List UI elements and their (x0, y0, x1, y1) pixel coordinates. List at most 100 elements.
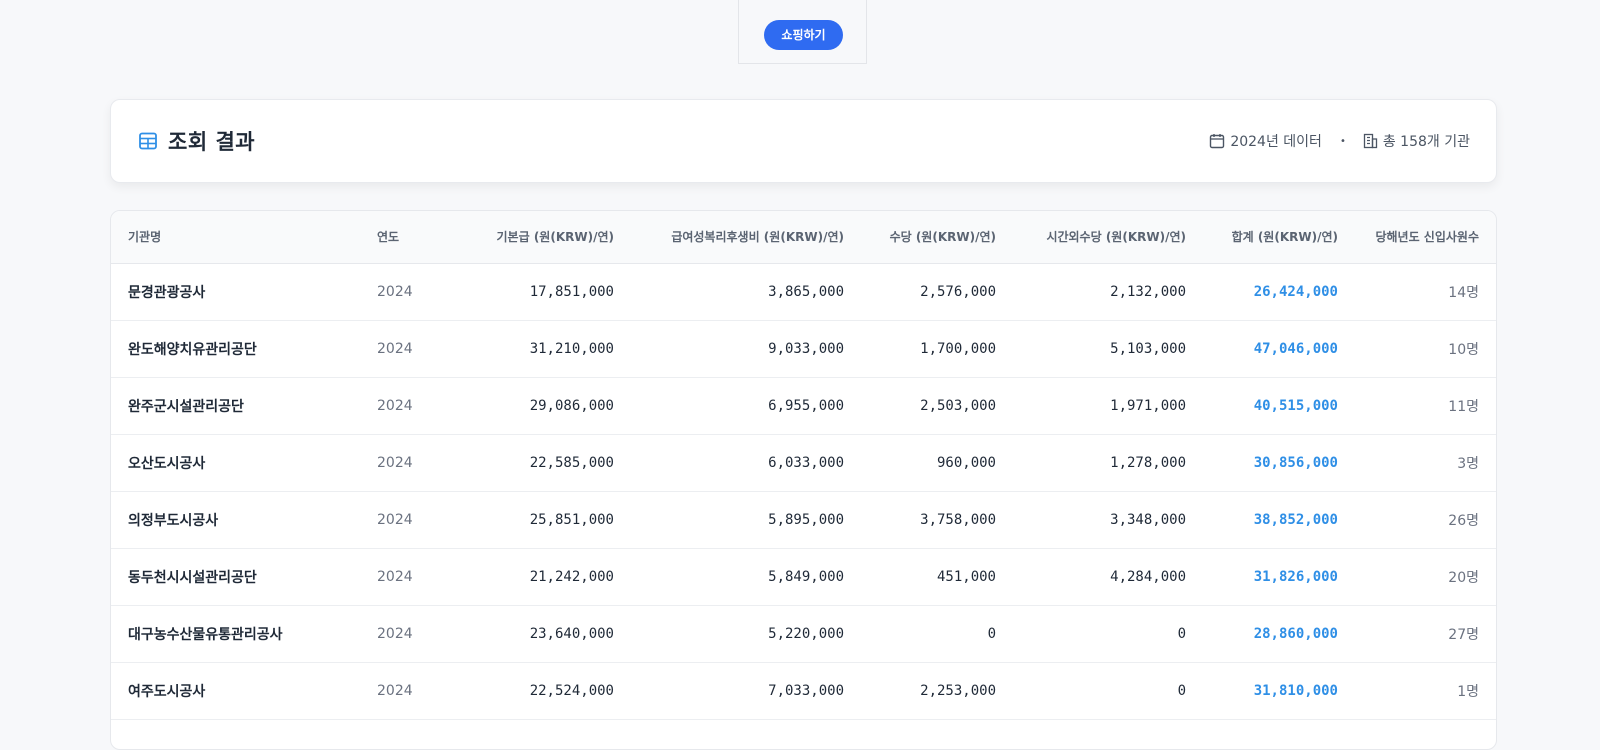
column-header-new-hires[interactable]: 당해년도 신입사원수 (1338, 211, 1496, 264)
institution-name-cell: 의정부도시공사 (111, 491, 366, 549)
overtime-cell: 3,348,000 (996, 491, 1186, 549)
overtime-cell: 4,284,000 (996, 548, 1186, 606)
base-salary-cell: 22,524,000 (426, 662, 614, 720)
table-row[interactable]: 대구농수산물유통관리공사 2024 23,640,000 5,220,000 0 0 28,… (111, 605, 1496, 663)
allowance-cell: 2,576,000 (844, 263, 996, 321)
year-cell: 2024 (366, 434, 426, 492)
welfare-cell: 9,033,000 (614, 320, 844, 378)
base-salary-cell: 21,242,000 (426, 548, 614, 606)
data-year-label: 2024년 데이터 (1230, 134, 1322, 150)
table-row[interactable]: 오산도시공사 2024 22,585,000 6,033,000 960,000 1,27… (111, 434, 1496, 492)
welfare-cell: 3,865,000 (614, 263, 844, 321)
institution-name-cell (111, 719, 366, 749)
overtime-cell: 0 (996, 605, 1186, 663)
results-table: 기관명 연도 기본급 (원(KRW)/연) 급여성복리후생비 (원(KRW)/연… (111, 211, 1496, 749)
total-cell (1186, 719, 1338, 749)
overtime-cell: 5,103,000 (996, 320, 1186, 378)
calendar-icon (1209, 133, 1225, 149)
total-cell: 40,515,000 (1186, 377, 1338, 435)
base-salary-cell: 25,851,000 (426, 491, 614, 549)
column-header-overtime[interactable]: 시간외수당 (원(KRW)/연) (996, 211, 1186, 264)
year-cell: 2024 (366, 548, 426, 606)
new-hires-cell: 27명 (1338, 605, 1496, 663)
base-salary-cell: 31,210,000 (426, 320, 614, 378)
year-cell (366, 719, 426, 749)
new-hires-cell: 14명 (1338, 263, 1496, 321)
year-cell: 2024 (366, 662, 426, 720)
total-cell: 26,424,000 (1186, 263, 1338, 321)
table-row[interactable]: 완도해양치유관리공단 2024 31,210,000 9,033,000 1,700,0… (111, 320, 1496, 378)
new-hires-cell: 10명 (1338, 320, 1496, 378)
welfare-cell (614, 719, 844, 749)
allowance-cell: 0 (844, 605, 996, 663)
allowance-cell: 2,253,000 (844, 662, 996, 720)
institution-count-label: 총 158개 기관 (1382, 134, 1470, 150)
column-header-total[interactable]: 합계 (원(KRW)/연) (1186, 211, 1338, 264)
allowance-cell: 2,503,000 (844, 377, 996, 435)
result-header-card: 조회 결과 2024년 데이터 • 총 158개 기관 (110, 99, 1497, 183)
table-row[interactable]: 동두천시시설관리공단 2024 21,242,000 5,849,000 451,000… (111, 548, 1496, 606)
table-row[interactable]: 여주도시공사 2024 22,524,000 7,033,000 2,253,000 0 3… (111, 662, 1496, 720)
overtime-cell: 1,971,000 (996, 377, 1186, 435)
overtime-cell (996, 719, 1186, 749)
welfare-cell: 5,895,000 (614, 491, 844, 549)
column-header-welfare[interactable]: 급여성복리후생비 (원(KRW)/연) (614, 211, 844, 264)
overtime-cell: 0 (996, 662, 1186, 720)
base-salary-cell: 29,086,000 (426, 377, 614, 435)
total-cell: 31,810,000 (1186, 662, 1338, 720)
column-header-institution[interactable]: 기관명 (111, 211, 366, 264)
total-cell: 28,860,000 (1186, 605, 1338, 663)
base-salary-cell: 22,585,000 (426, 434, 614, 492)
base-salary-cell: 17,851,000 (426, 263, 614, 321)
table-row[interactable]: 의정부도시공사 2024 25,851,000 5,895,000 3,758,000 3… (111, 491, 1496, 549)
total-cell: 47,046,000 (1186, 320, 1338, 378)
new-hires-cell: 3명 (1338, 434, 1496, 492)
new-hires-cell (1338, 719, 1496, 749)
institution-name-cell: 완주군시설관리공단 (111, 377, 366, 435)
new-hires-cell: 11명 (1338, 377, 1496, 435)
base-salary-cell: 23,640,000 (426, 605, 614, 663)
total-cell: 30,856,000 (1186, 434, 1338, 492)
new-hires-cell: 20명 (1338, 548, 1496, 606)
meta-separator: • (1339, 135, 1346, 147)
column-header-year[interactable]: 연도 (366, 211, 426, 264)
result-meta: 2024년 데이터 • 총 158개 기관 (1209, 100, 1470, 182)
institution-name-cell: 동두천시시설관리공단 (111, 548, 366, 606)
page-title: 조회 결과 (168, 130, 256, 154)
result-title-group: 조회 결과 (139, 100, 255, 182)
year-cell: 2024 (366, 377, 426, 435)
new-hires-cell: 26명 (1338, 491, 1496, 549)
welfare-cell: 5,220,000 (614, 605, 844, 663)
ad-banner: 쇼핑하기 (738, 0, 867, 64)
table-icon (139, 132, 157, 150)
welfare-cell: 6,955,000 (614, 377, 844, 435)
year-cell: 2024 (366, 263, 426, 321)
welfare-cell: 7,033,000 (614, 662, 844, 720)
welfare-cell: 6,033,000 (614, 434, 844, 492)
welfare-cell: 5,849,000 (614, 548, 844, 606)
column-header-base-salary[interactable]: 기본급 (원(KRW)/연) (426, 211, 614, 264)
allowance-cell: 1,700,000 (844, 320, 996, 378)
allowance-cell: 960,000 (844, 434, 996, 492)
table-row[interactable]: 문경관광공사 2024 17,851,000 3,865,000 2,576,000 2,… (111, 263, 1496, 321)
base-salary-cell (426, 719, 614, 749)
table-row[interactable] (111, 719, 1496, 749)
results-table-card: 기관명 연도 기본급 (원(KRW)/연) 급여성복리후생비 (원(KRW)/연… (110, 210, 1497, 750)
building-icon (1362, 133, 1378, 149)
institution-name-cell: 완도해양치유관리공단 (111, 320, 366, 378)
table-header-row: 기관명 연도 기본급 (원(KRW)/연) 급여성복리후생비 (원(KRW)/연… (111, 211, 1496, 264)
institution-name-cell: 문경관광공사 (111, 263, 366, 321)
shopping-button[interactable]: 쇼핑하기 (764, 20, 843, 50)
allowance-cell: 451,000 (844, 548, 996, 606)
table-row[interactable]: 완주군시설관리공단 2024 29,086,000 6,955,000 2,503,00… (111, 377, 1496, 435)
total-cell: 38,852,000 (1186, 491, 1338, 549)
year-cell: 2024 (366, 491, 426, 549)
allowance-cell: 3,758,000 (844, 491, 996, 549)
institution-name-cell: 여주도시공사 (111, 662, 366, 720)
institution-name-cell: 대구농수산물유통관리공사 (111, 605, 366, 663)
institution-name-cell: 오산도시공사 (111, 434, 366, 492)
column-header-allowance[interactable]: 수당 (원(KRW)/연) (844, 211, 996, 264)
overtime-cell: 1,278,000 (996, 434, 1186, 492)
overtime-cell: 2,132,000 (996, 263, 1186, 321)
year-cell: 2024 (366, 320, 426, 378)
